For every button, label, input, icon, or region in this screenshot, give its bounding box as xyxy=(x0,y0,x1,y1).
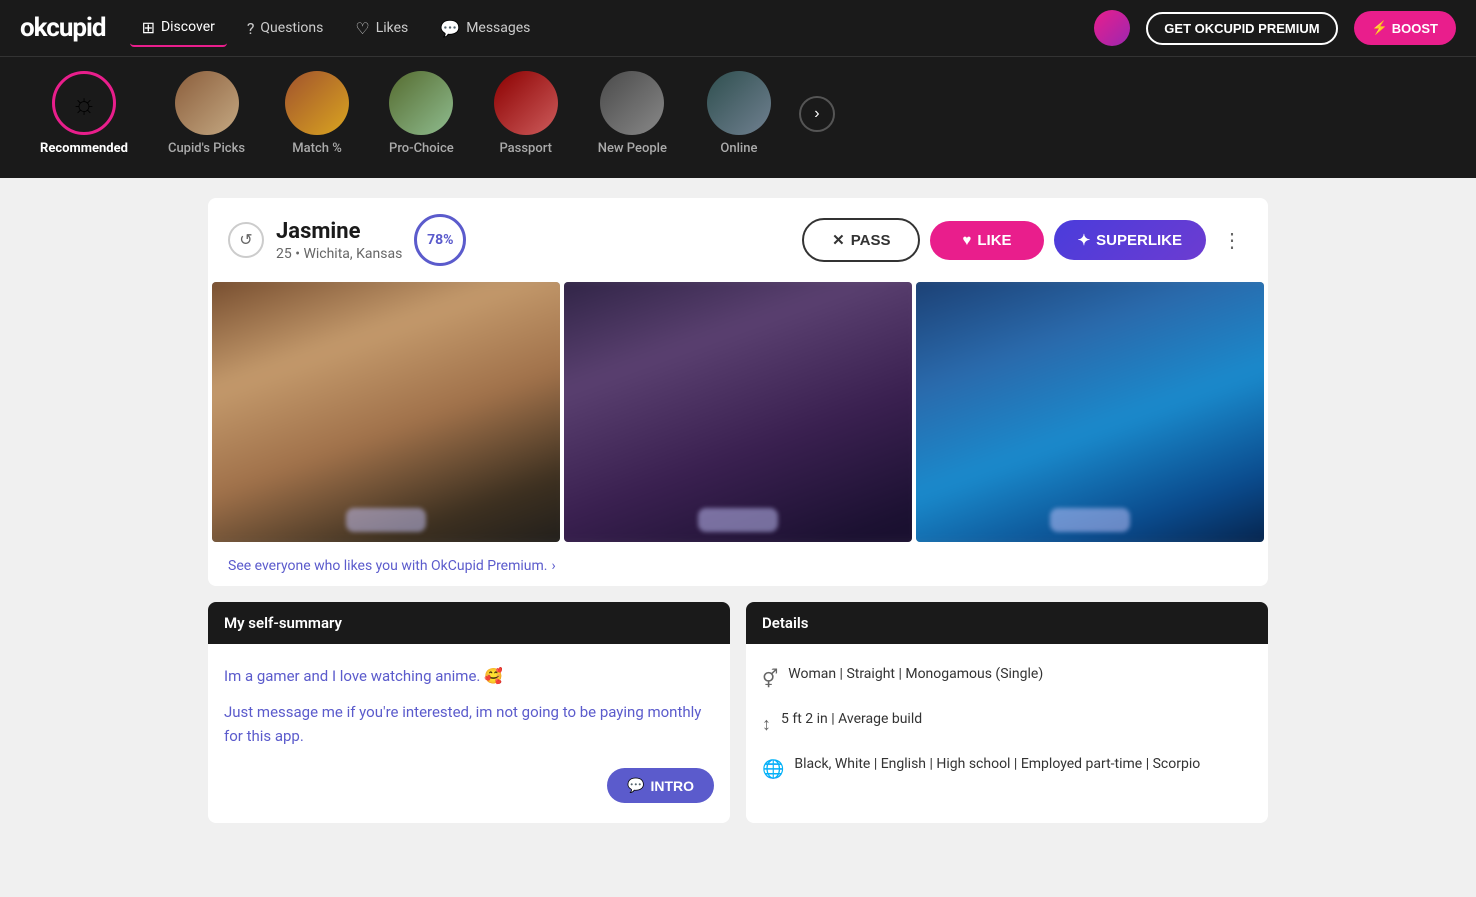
category-pro-choice-label: Pro-Choice xyxy=(389,141,454,156)
premium-button[interactable]: GET OKCUPID PREMIUM xyxy=(1146,12,1337,45)
profile-age-location: 25 • Wichita, Kansas xyxy=(276,246,402,262)
height-text: 5 ft 2 in | Average build xyxy=(781,709,922,730)
category-bar: ☼ Recommended Cupid's Picks Match % Pro-… xyxy=(0,56,1476,178)
profile-header: ↺ Jasmine 25 • Wichita, Kansas 78% ✕ PAS… xyxy=(208,198,1268,282)
gender-text: Woman | Straight | Monogamous (Single) xyxy=(788,664,1043,685)
nav-likes-label: Likes xyxy=(376,20,409,36)
profile-photo-3[interactable] xyxy=(916,282,1264,542)
intro-button[interactable]: 💬 INTRO xyxy=(607,768,714,803)
app-logo: okcupid xyxy=(20,13,106,43)
pass-button[interactable]: ✕ PASS xyxy=(802,218,920,262)
undo-button[interactable]: ↺ xyxy=(228,222,264,258)
profile-name-section: Jasmine 25 • Wichita, Kansas xyxy=(276,219,402,262)
background-text: Black, White | English | High school | E… xyxy=(794,754,1200,775)
profile-photo-2[interactable] xyxy=(564,282,912,542)
profile-card: ↺ Jasmine 25 • Wichita, Kansas 78% ✕ PAS… xyxy=(208,198,1268,586)
globe-icon: 🌐 xyxy=(762,756,784,785)
details-header: Details xyxy=(746,602,1268,644)
self-summary-card: My self-summary Im a gamer and I love wa… xyxy=(208,602,730,823)
intro-message-icon: 💬 xyxy=(627,777,644,794)
details-card: Details ⚥ Woman | Straight | Monogamous … xyxy=(746,602,1268,823)
photo-2-overlay xyxy=(698,508,778,532)
nav-likes[interactable]: ♡ Likes xyxy=(343,11,420,46)
self-summary-body: Im a gamer and I love watching anime. 🥰 … xyxy=(208,644,730,823)
nav-questions-label: Questions xyxy=(260,20,323,36)
passport-thumb xyxy=(494,71,558,135)
detail-row-gender: ⚥ Woman | Straight | Monogamous (Single) xyxy=(762,664,1252,695)
category-match[interactable]: Match % xyxy=(265,65,369,162)
online-thumb xyxy=(707,71,771,135)
category-passport-label: Passport xyxy=(499,141,552,156)
superlike-icon: ✦ xyxy=(1078,231,1091,249)
category-online[interactable]: Online xyxy=(687,65,791,162)
nav-questions[interactable]: ? Questions xyxy=(235,11,336,46)
self-summary-header: My self-summary xyxy=(208,602,730,644)
nav-discover[interactable]: ⊞ Discover xyxy=(130,10,227,47)
details-body: ⚥ Woman | Straight | Monogamous (Single)… xyxy=(746,644,1268,818)
new-people-thumb xyxy=(600,71,664,135)
photos-grid xyxy=(208,282,1268,546)
user-avatar[interactable] xyxy=(1094,10,1130,46)
profile-name: Jasmine xyxy=(276,219,402,244)
cupids-picks-thumb xyxy=(175,71,239,135)
category-new-people-label: New People xyxy=(598,141,667,156)
more-options-button[interactable]: ⋮ xyxy=(1216,224,1248,256)
recommended-circle: ☼ xyxy=(52,71,116,135)
like-button[interactable]: ♥ LIKE xyxy=(930,221,1043,260)
nav-messages-label: Messages xyxy=(466,20,530,36)
premium-link-arrow: › xyxy=(551,558,555,574)
superlike-button[interactable]: ✦ SUPERLIKE xyxy=(1054,220,1206,260)
pass-x-icon: ✕ xyxy=(832,231,845,249)
boost-button[interactable]: ⚡ BOOST xyxy=(1354,11,1456,45)
detail-row-background: 🌐 Black, White | English | High school |… xyxy=(762,754,1252,785)
category-passport[interactable]: Passport xyxy=(474,65,578,162)
category-next-button[interactable]: › xyxy=(799,96,835,132)
category-recommended[interactable]: ☼ Recommended xyxy=(20,65,148,162)
match-percentage: 78% xyxy=(414,214,466,266)
action-buttons: ✕ PASS ♥ LIKE ✦ SUPERLIKE ⋮ xyxy=(802,218,1248,262)
category-pro-choice[interactable]: Pro-Choice xyxy=(369,65,474,162)
discover-icon: ⊞ xyxy=(142,18,155,37)
category-cupids-picks[interactable]: Cupid's Picks xyxy=(148,65,265,162)
nav-discover-label: Discover xyxy=(161,19,215,35)
photo-3-overlay xyxy=(1050,508,1130,532)
recommended-icon: ☼ xyxy=(71,87,97,120)
self-summary-text: Im a gamer and I love watching anime. 🥰 … xyxy=(224,664,714,748)
height-icon: ↕ xyxy=(762,711,771,740)
questions-icon: ? xyxy=(247,19,255,38)
category-online-label: Online xyxy=(720,141,757,156)
nav-messages[interactable]: 💬 Messages xyxy=(428,11,542,46)
top-nav: okcupid ⊞ Discover ? Questions ♡ Likes 💬… xyxy=(0,0,1476,56)
photo-1-overlay xyxy=(346,508,426,532)
messages-icon: 💬 xyxy=(440,19,460,38)
gender-icon: ⚥ xyxy=(762,666,778,695)
premium-link[interactable]: See everyone who likes you with OkCupid … xyxy=(208,546,1268,586)
match-thumb xyxy=(285,71,349,135)
main-content: ↺ Jasmine 25 • Wichita, Kansas 78% ✕ PAS… xyxy=(188,198,1288,823)
like-heart-icon: ♥ xyxy=(962,232,971,249)
category-recommended-label: Recommended xyxy=(40,141,128,156)
likes-icon: ♡ xyxy=(355,19,369,38)
category-new-people[interactable]: New People xyxy=(578,65,687,162)
pro-choice-thumb xyxy=(389,71,453,135)
boost-lightning-icon: ⚡ xyxy=(1372,20,1388,36)
profile-details-row: My self-summary Im a gamer and I love wa… xyxy=(208,602,1268,823)
detail-row-height: ↕ 5 ft 2 in | Average build xyxy=(762,709,1252,740)
category-cupids-picks-label: Cupid's Picks xyxy=(168,141,245,156)
profile-photo-1[interactable] xyxy=(212,282,560,542)
category-match-label: Match % xyxy=(292,141,342,156)
